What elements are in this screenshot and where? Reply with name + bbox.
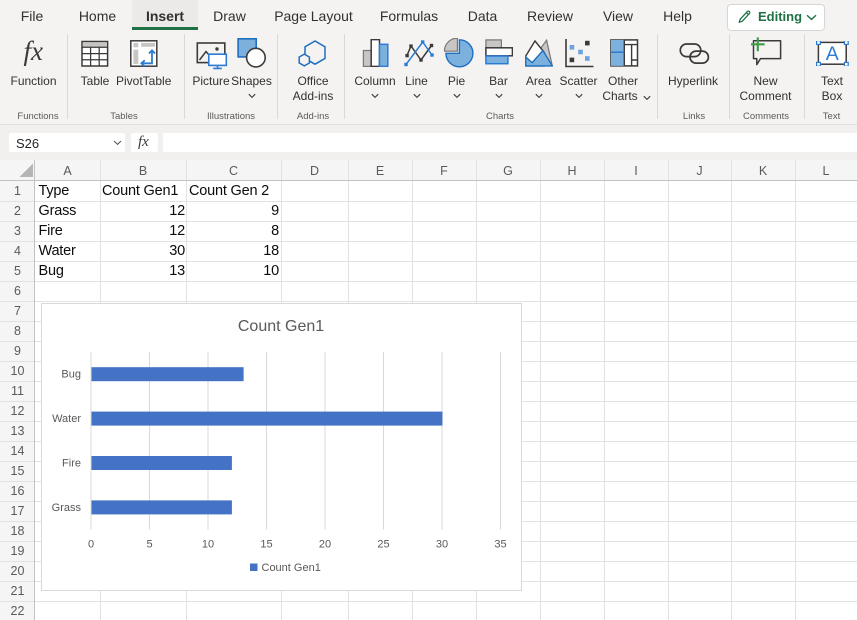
svg-text:20: 20 bbox=[319, 539, 331, 551]
svg-text:30: 30 bbox=[436, 539, 448, 551]
svg-text:15: 15 bbox=[260, 539, 272, 551]
svg-text:10: 10 bbox=[202, 539, 214, 551]
svg-text:Fire: Fire bbox=[62, 458, 81, 470]
svg-text:Water: Water bbox=[52, 413, 81, 425]
svg-text:25: 25 bbox=[377, 539, 389, 551]
svg-text:A: A bbox=[826, 43, 839, 65]
svg-text:Count Gen1: Count Gen1 bbox=[262, 562, 321, 574]
svg-text:35: 35 bbox=[494, 539, 506, 551]
svg-text:Bug: Bug bbox=[61, 369, 81, 381]
svg-text:Count Gen1: Count Gen1 bbox=[238, 318, 324, 335]
svg-text:0: 0 bbox=[88, 539, 94, 551]
svg-text:Grass: Grass bbox=[52, 502, 82, 514]
svg-text:5: 5 bbox=[146, 539, 152, 551]
